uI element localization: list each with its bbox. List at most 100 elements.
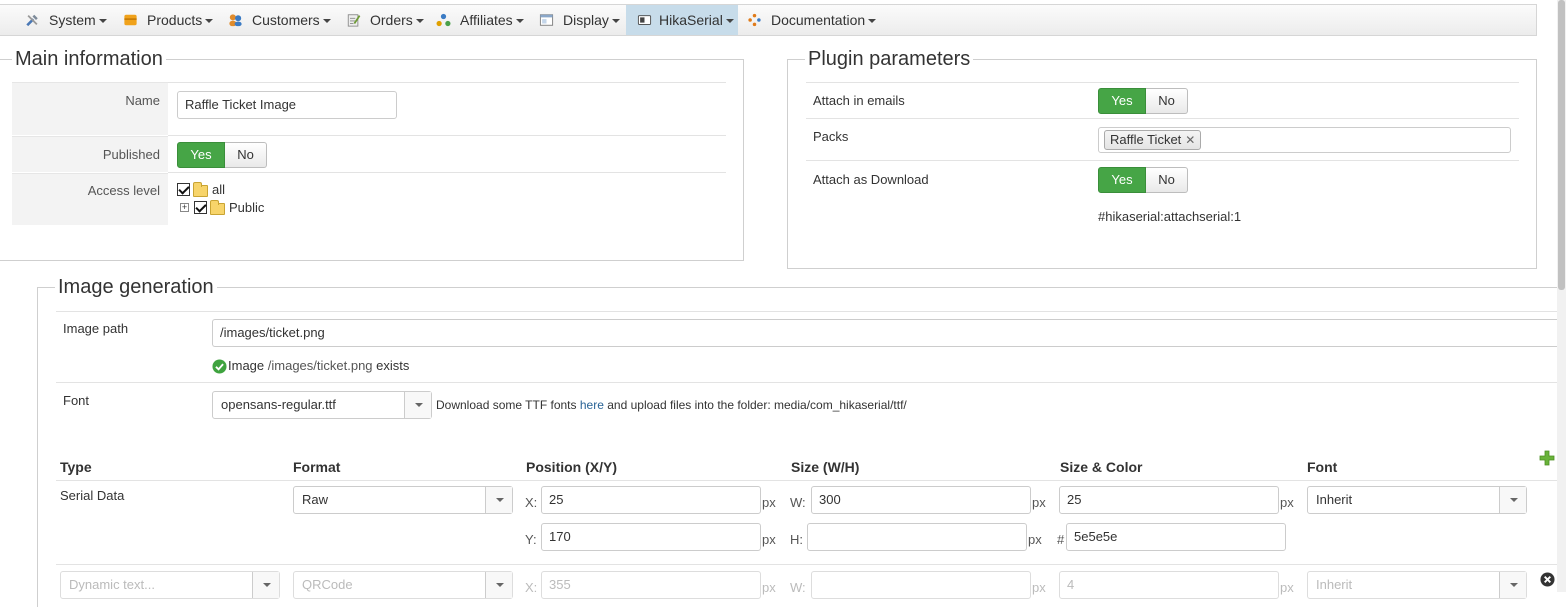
font-help-part2: and upload files into the folder: media/… [607, 398, 907, 412]
divider [168, 172, 726, 173]
name-input[interactable]: Raffle Ticket Image [177, 91, 397, 119]
font-select-value: opensans-regular.ttf [221, 397, 336, 412]
remove-row-icon[interactable] [1540, 572, 1555, 587]
col-position-header: Position (X/Y) [526, 459, 617, 475]
page-scrollbar[interactable] [1557, 0, 1566, 592]
font-label: Font [63, 393, 90, 408]
col-font-header: Font [1307, 459, 1338, 475]
folder-icon [193, 182, 208, 197]
folder-icon [210, 200, 225, 215]
attach-emails-yes-button[interactable]: Yes [1098, 88, 1146, 114]
menu-display[interactable]: Display [539, 5, 620, 35]
image-path-input[interactable]: /images/ticket.png [212, 319, 1566, 347]
px-unit: px [762, 580, 776, 595]
row1-color-input[interactable]: 5e5e5e [1066, 523, 1286, 551]
px-unit: px [1028, 532, 1042, 547]
divider [56, 480, 1566, 481]
published-no-button[interactable]: No [225, 142, 267, 168]
expand-icon[interactable]: + [180, 203, 189, 212]
row1-h-input[interactable] [807, 523, 1027, 551]
chevron-down-icon [252, 572, 279, 598]
divider [56, 564, 1566, 565]
menu-hikaserial-label: HikaSerial [659, 12, 723, 28]
add-row-icon[interactable] [1539, 450, 1555, 466]
chevron-down-icon [404, 392, 431, 418]
font-download-link[interactable]: here [580, 398, 604, 412]
row1-y-input[interactable]: 170 [541, 523, 761, 551]
top-menu-bar: System Products Customers Orders Affilia… [0, 4, 1537, 36]
divider [56, 311, 1566, 312]
customers-icon [229, 14, 242, 27]
attach-download-toggle: Yes No [1098, 167, 1188, 193]
row2-font-select[interactable]: Inherit [1307, 571, 1527, 599]
tree-label-public: Public [229, 200, 265, 215]
row1-font-select[interactable]: Inherit [1307, 486, 1527, 514]
check-circle-icon [212, 359, 227, 374]
divider [168, 82, 726, 83]
y-label: Y: [525, 532, 537, 547]
hash-label: # [1057, 532, 1065, 547]
menu-products[interactable]: Products [123, 5, 214, 35]
menu-affiliates[interactable]: Affiliates [436, 5, 524, 35]
all-checkbox[interactable] [177, 183, 190, 196]
row1-format-select[interactable]: Raw [293, 486, 513, 514]
menu-display-label: Display [563, 12, 609, 28]
affiliates-icon [436, 13, 451, 27]
chevron-down-icon [611, 19, 620, 23]
col-size-header: Size (W/H) [791, 459, 860, 475]
image-status: Image /images/ticket.png exists [212, 358, 409, 374]
menu-customers-label: Customers [252, 12, 320, 28]
row1-type: Serial Data [60, 488, 125, 503]
published-yes-button[interactable]: Yes [177, 142, 225, 168]
attach-download-no-button[interactable]: No [1146, 167, 1188, 193]
public-checkbox[interactable] [194, 201, 207, 214]
hikaserial-icon [637, 15, 652, 25]
image-status-prefix: Image [228, 358, 265, 373]
px-unit: px [1032, 495, 1046, 510]
divider [168, 135, 726, 136]
tree-node-public: + Public [180, 199, 280, 217]
remove-tag-icon[interactable]: ✕ [1185, 133, 1195, 147]
menu-system[interactable]: System [25, 5, 107, 35]
col-size-color-header: Size & Color [1060, 459, 1143, 475]
published-toggle: Yes No [177, 142, 267, 168]
packs-tag-label: Raffle Ticket [1110, 132, 1182, 147]
px-unit: px [1280, 580, 1294, 595]
col-format-header: Format [293, 459, 341, 475]
menu-hikaserial[interactable]: HikaSerial [626, 5, 738, 35]
row1-x-input[interactable]: 25 [541, 486, 761, 514]
x-label: X: [525, 580, 538, 595]
attach-serial-tag-text: #hikaserial:attachserial:1 [1098, 209, 1242, 224]
row2-type-select[interactable]: Dynamic text... [60, 571, 280, 599]
w-label: W: [790, 580, 806, 595]
menu-orders[interactable]: Orders [346, 5, 424, 35]
name-label: Name [125, 93, 160, 108]
tree-label-all: all [212, 182, 226, 197]
menu-documentation[interactable]: Documentation [747, 5, 877, 35]
packs-label: Packs [813, 129, 849, 144]
row1-w-input[interactable]: 300 [811, 486, 1031, 514]
image-generation-legend: Image generation [55, 275, 217, 299]
attach-download-yes-button[interactable]: Yes [1098, 167, 1146, 193]
row2-format-select[interactable]: QRCode [293, 571, 513, 599]
menu-customers[interactable]: Customers [228, 5, 331, 35]
px-unit: px [762, 532, 776, 547]
chevron-down-icon [205, 19, 214, 23]
tree-node-all: all [177, 181, 257, 199]
scrollbar-thumb[interactable] [1558, 0, 1565, 290]
row2-type-placeholder: Dynamic text... [69, 577, 155, 592]
row2-x-input[interactable]: 355 [541, 571, 761, 599]
row2-size-input[interactable]: 4 [1059, 571, 1279, 599]
attach-emails-label: Attach in emails [813, 93, 905, 108]
packs-input[interactable]: Raffle Ticket ✕ [1098, 127, 1511, 153]
packs-tag: Raffle Ticket ✕ [1104, 130, 1202, 150]
attach-emails-no-button[interactable]: No [1146, 88, 1188, 114]
font-select[interactable]: opensans-regular.ttf [212, 391, 432, 419]
row2-w-input[interactable] [811, 571, 1031, 599]
row1-size-input[interactable]: 25 [1059, 486, 1279, 514]
documentation-icon [748, 13, 761, 27]
attach-download-label: Attach as Download [813, 172, 929, 187]
access-label-cell [12, 173, 168, 225]
menu-orders-label: Orders [370, 12, 413, 28]
divider [56, 382, 1566, 383]
